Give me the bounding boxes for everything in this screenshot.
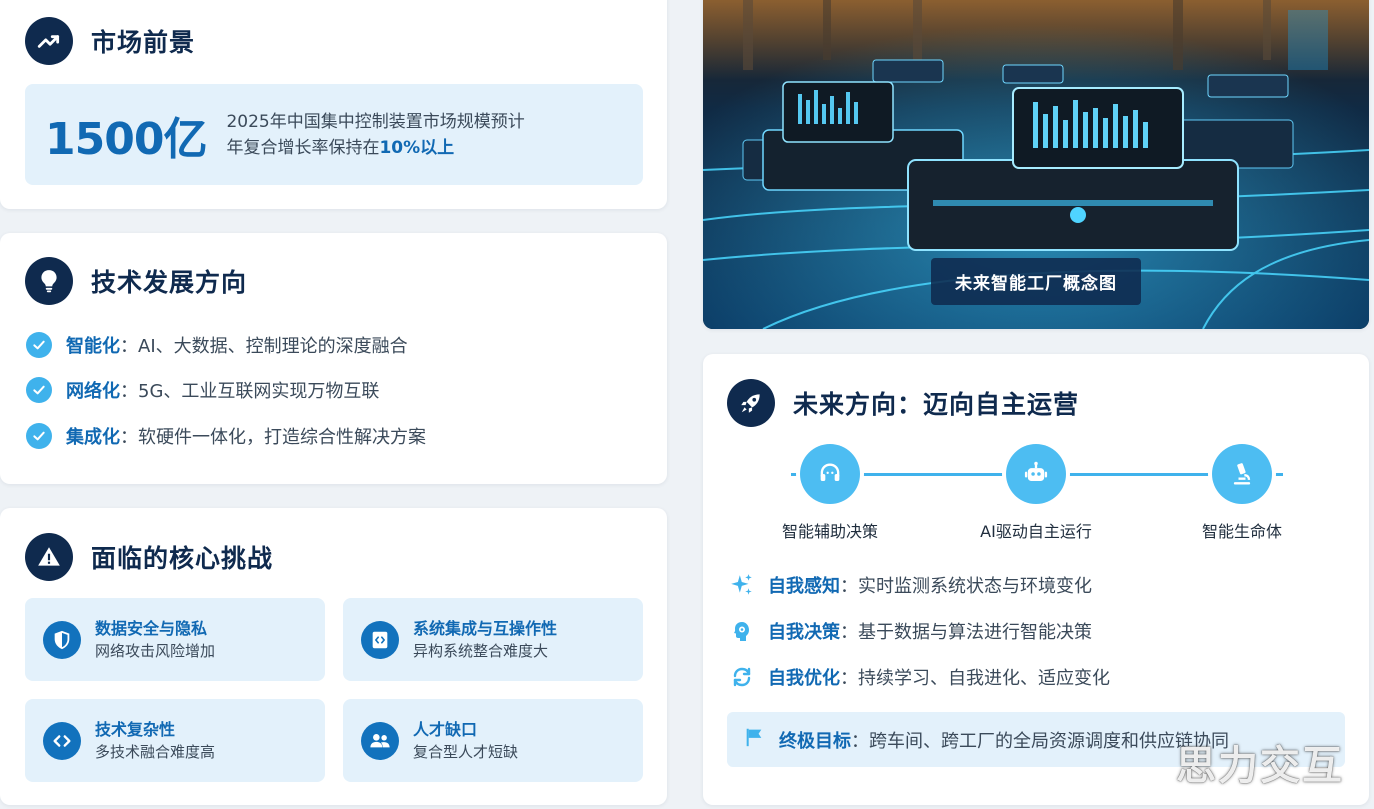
tech-item-key: 网络化 <box>66 381 120 403</box>
code-icon <box>43 721 81 760</box>
timeline-stage: 智能生命体 <box>1162 444 1322 542</box>
market-outlook-title: 市场前景 <box>91 28 196 57</box>
challenge-item: 技术复杂性 多技术融合难度高 <box>25 699 325 782</box>
challenge-item: 数据安全与隐私 网络攻击风险增加 <box>25 598 325 681</box>
challenge-title: 技术复杂性 <box>95 719 176 739</box>
list-item: 网络化： 5G、工业互联网实现万物互联 <box>26 368 426 414</box>
timeline-stage: 智能辅助决策 <box>750 444 910 542</box>
market-size-box: 1500亿 2025年中国集中控制装置市场规模预计 年复合增长率保持在10%以上 <box>25 84 643 185</box>
challenge-desc: 复合型人才短缺 <box>413 742 519 761</box>
rocket-icon <box>727 379 775 427</box>
challenge-desc: 异构系统整合难度大 <box>413 641 549 660</box>
separator: ： <box>120 426 138 448</box>
feature-key: 自我决策 <box>768 622 840 643</box>
headset-icon <box>800 444 860 504</box>
flag-icon <box>743 726 765 753</box>
tech-direction-header: 技术发展方向 <box>25 257 247 305</box>
list-item: 智能化： AI、大数据、控制理论的深度融合 <box>26 322 426 368</box>
tech-item-text: 5G、工业互联网实现万物互联 <box>138 381 380 403</box>
market-size-line1: 2025年中国集中控制装置市场规模预计 <box>226 111 525 132</box>
feature-key: 自我优化 <box>768 668 840 689</box>
separator: ： <box>120 381 138 403</box>
growth-rate: 10%以上 <box>379 137 455 158</box>
tech-direction-list: 智能化： AI、大数据、控制理论的深度融合 网络化： 5G、工业互联网实现万物互联 … <box>26 322 426 459</box>
refresh-icon <box>728 665 756 689</box>
market-outlook-header: 市场前景 <box>25 17 195 65</box>
market-size-value: 1500亿 <box>45 113 207 165</box>
feature-key: 自我感知 <box>768 576 840 597</box>
challenge-title: 系统集成与互操作性 <box>413 618 558 638</box>
market-size-description: 2025年中国集中控制装置市场规模预计 年复合增长率保持在10%以上 <box>226 109 524 161</box>
tech-item-key: 集成化 <box>66 426 120 448</box>
microscope-icon <box>1212 444 1272 504</box>
challenge-item: 人才缺口 复合型人才短缺 <box>343 699 643 782</box>
challenges-title: 面临的核心挑战 <box>91 544 274 573</box>
feature-item: 自我优化：持续学习、自我进化、适应变化 <box>728 664 1110 690</box>
feature-text: 持续学习、自我进化、适应变化 <box>858 668 1110 689</box>
challenge-desc: 多技术融合难度高 <box>95 742 216 761</box>
stage-label: AI驱动自主运行 <box>980 522 1092 541</box>
separator: ： <box>851 730 869 752</box>
warning-icon <box>25 533 73 581</box>
list-item: 集成化：软硬件一体化，打造综合性解决方案 <box>26 413 426 459</box>
check-circle-icon <box>26 377 52 404</box>
users-icon <box>361 721 399 760</box>
feature-item: 自我感知：实时监测系统状态与环境变化 <box>728 572 1092 598</box>
code-file-icon <box>361 620 399 659</box>
tech-direction-card: 技术发展方向 智能化： AI、大数据、控制理论的深度融合 网络化： 5G、工业互联网… <box>0 233 667 484</box>
goal-key: 终极目标 <box>779 730 851 752</box>
future-direction-header: 未来方向：迈向自主运营 <box>727 379 1079 427</box>
timeline-stage: AI驱动自主运行 <box>956 444 1116 542</box>
challenge-title: 数据安全与隐私 <box>95 618 208 638</box>
watermark: 思力交互 <box>1176 743 1344 789</box>
tech-direction-title: 技术发展方向 <box>91 268 248 297</box>
feature-item: 自我决策：基于数据与算法进行智能决策 <box>728 618 1092 644</box>
lightbulb-icon <box>25 257 73 305</box>
market-growth-line: 年复合增长率保持在10%以上 <box>226 135 524 161</box>
tech-item-text: AI、大数据、控制理论的深度融合 <box>138 335 408 357</box>
challenges-header: 面临的核心挑战 <box>25 533 273 581</box>
robot-icon <box>1006 444 1066 504</box>
separator: ： <box>840 668 858 689</box>
tech-item-text: 软硬件一体化，打造综合性解决方案 <box>138 426 426 448</box>
challenge-desc: 网络攻击风险增加 <box>95 641 216 660</box>
trending-up-icon <box>25 17 73 65</box>
future-direction-title: 未来方向：迈向自主运营 <box>793 390 1080 419</box>
feature-text: 基于数据与算法进行智能决策 <box>858 622 1092 643</box>
check-circle-icon <box>26 331 52 358</box>
feature-text: 实时监测系统状态与环境变化 <box>858 576 1092 597</box>
brain-gear-icon <box>728 619 756 643</box>
challenge-title: 人才缺口 <box>413 719 478 739</box>
stage-label: 智能辅助决策 <box>781 522 878 541</box>
growth-prefix: 年复合增长率保持在 <box>226 137 380 158</box>
separator: ： <box>120 335 138 357</box>
challenge-item: 系统集成与互操作性 异构系统整合难度大 <box>343 598 643 681</box>
tech-item-key: 智能化 <box>66 335 120 357</box>
stage-label: 智能生命体 <box>1201 522 1282 541</box>
smart-factory-concept-image: 未来智能工厂概念图 <box>703 0 1369 329</box>
market-outlook-card: 市场前景 1500亿 2025年中国集中控制装置市场规模预计 年复合增长率保持在… <box>0 0 667 209</box>
challenges-card: 面临的核心挑战 数据安全与隐私 网络攻击风险增加 系统集成与互操作性 异构系统整… <box>0 508 667 805</box>
image-caption: 未来智能工厂概念图 <box>931 258 1141 305</box>
goal-text: 跨车间、跨工厂的全局资源调度和供应链协同 <box>869 730 1229 752</box>
separator: ： <box>840 622 858 643</box>
sparkles-icon <box>728 572 756 598</box>
check-circle-icon <box>26 422 52 449</box>
shield-icon <box>43 620 81 659</box>
separator: ： <box>840 576 858 597</box>
